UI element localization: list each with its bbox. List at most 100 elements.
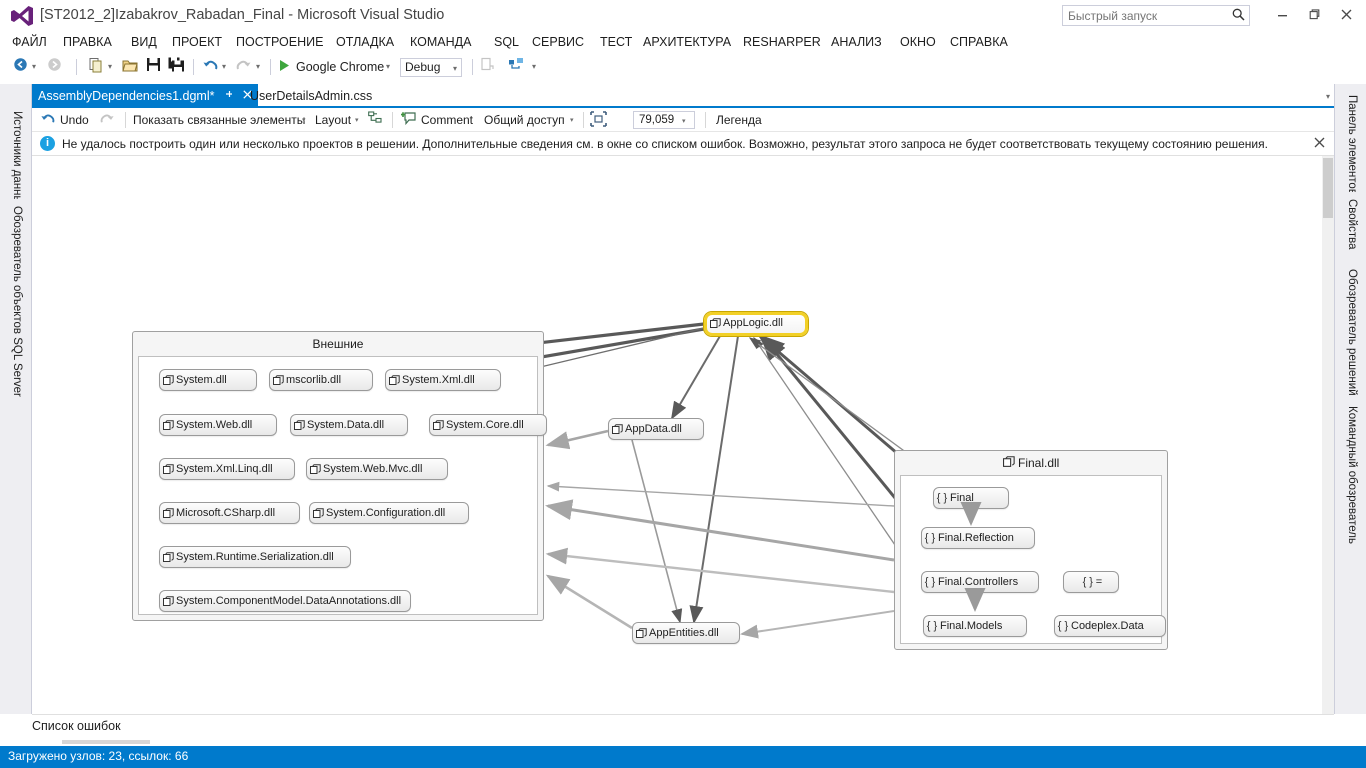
sidebar-item-solution-explorer[interactable]: Обозреватель решений	[1339, 262, 1361, 403]
canvas-vertical-scrollbar[interactable]	[1322, 156, 1334, 714]
share-button[interactable]: Общий доступ	[484, 111, 565, 129]
sidebar-item-sql-server-object-explorer[interactable]: Обозреватель объектов SQL Server	[4, 199, 26, 404]
chevron-down-icon[interactable]: ▾	[453, 65, 457, 73]
source-control-icon[interactable]	[506, 57, 526, 77]
menu-build[interactable]: ПОСТРОЕНИЕ	[234, 32, 325, 52]
open-file-icon[interactable]	[120, 57, 140, 77]
node-applogic-dll[interactable]: AppLogic.dll	[704, 312, 808, 336]
document-tab-strip: AssemblyDependencies1.dgml* UserDetailsA…	[32, 84, 1334, 108]
info-bar-close-icon[interactable]	[1312, 136, 1326, 152]
legend-button[interactable]: Легенда	[716, 111, 762, 129]
node-system-runtime-serialization-dll[interactable]: System.Runtime.Serialization.dll	[159, 546, 351, 568]
fit-to-window-icon[interactable]	[590, 111, 610, 129]
assembly-icon	[633, 623, 649, 646]
node-final-controllers[interactable]: { } Final.Controllers	[921, 571, 1039, 593]
node-final[interactable]: { } Final	[933, 487, 1009, 509]
node-system-core-dll[interactable]: System.Core.dll	[429, 414, 547, 436]
close-button[interactable]	[1332, 5, 1360, 27]
undo-icon[interactable]	[40, 111, 58, 129]
save-icon[interactable]	[143, 57, 163, 77]
zoom-caret-icon[interactable]: ▾	[682, 118, 686, 125]
tab-userdetailsadmin[interactable]: UserDetailsAdmin.css	[244, 84, 378, 108]
node-microsoft-csharp-dll[interactable]: Microsoft.CSharp.dll	[159, 502, 300, 524]
assembly-icon	[307, 459, 323, 482]
comment-icon[interactable]	[401, 111, 419, 129]
visual-studio-logo-icon	[10, 5, 34, 27]
node-system-dll[interactable]: System.dll	[159, 369, 257, 391]
undo-caret-icon[interactable]: ▾	[222, 63, 226, 71]
show-related-elements-button[interactable]: Показать связанные элементы	[133, 111, 305, 129]
menu-tools[interactable]: СЕРВИС	[530, 32, 586, 52]
start-debug-target-label[interactable]: Google Chrome	[296, 58, 384, 76]
node-system-configuration-dll[interactable]: System.Configuration.dll	[309, 502, 469, 524]
node-system-web-mvc-dll[interactable]: System.Web.Mvc.dll	[306, 458, 448, 480]
save-all-icon[interactable]	[165, 57, 187, 77]
node-system-data-dll[interactable]: System.Data.dll	[290, 414, 408, 436]
pin-icon[interactable]	[224, 84, 234, 108]
show-related-caret-icon[interactable]: ▾	[302, 117, 306, 124]
node-mscorlib-dll[interactable]: mscorlib.dll	[269, 369, 373, 391]
maximize-button[interactable]	[1300, 5, 1328, 27]
visual-studio-window: [ST2012_2]Izabakrov_Rabadan_Final - Micr…	[0, 0, 1366, 768]
sidebar-item-team-explorer[interactable]: Командный обозреватель	[1339, 399, 1361, 551]
menu-debug[interactable]: ОТЛАДКА	[334, 32, 396, 52]
menu-resharper[interactable]: RESHARPER	[741, 32, 823, 52]
menu-analyze[interactable]: АНАЛИЗ	[829, 32, 884, 52]
sidebar-item-toolbox[interactable]: Панель элементов	[1339, 88, 1361, 202]
tab-error-list[interactable]: Список ошибок	[32, 719, 121, 733]
minimize-button[interactable]	[1268, 5, 1296, 27]
node-system-componentmodel-dataannotations-dll[interactable]: System.ComponentModel.DataAnnotations.dl…	[159, 590, 411, 612]
tab-overflow-icon[interactable]: ▾	[1326, 92, 1330, 101]
node-unnamed-namespace[interactable]: { } =	[1063, 571, 1119, 593]
zoom-combo[interactable]: 79,059 ▾	[633, 111, 695, 129]
layout-caret-icon[interactable]: ▾	[355, 117, 359, 124]
menu-sql[interactable]: SQL	[492, 32, 521, 52]
group-final-dll[interactable]: Final.dll { } Final { } Final.Reflection {…	[894, 450, 1168, 650]
search-icon[interactable]	[1231, 8, 1245, 23]
play-icon[interactable]	[279, 59, 290, 76]
navigate-back-icon[interactable]	[10, 57, 30, 77]
dgml-canvas[interactable]: Внешние System.dll mscorlib.dll System.X…	[32, 156, 1334, 714]
undo-button-label[interactable]: Undo	[60, 111, 89, 129]
tab-assemblydependencies[interactable]: AssemblyDependencies1.dgml*	[32, 84, 259, 108]
node-system-xml-dll[interactable]: System.Xml.dll	[385, 369, 501, 391]
menu-architecture[interactable]: АРХИТЕКТУРА	[641, 32, 733, 52]
redo-caret-icon: ▾	[256, 62, 261, 71]
menu-test[interactable]: ТЕСТ	[598, 32, 634, 52]
menu-team[interactable]: КОМАНДА	[408, 32, 473, 52]
node-appdata-dll[interactable]: AppData.dll	[608, 418, 704, 440]
new-project-caret-icon[interactable]: ▾	[108, 63, 112, 71]
assembly-icon	[160, 415, 176, 438]
menu-view[interactable]: ВИД	[129, 32, 159, 52]
comment-button[interactable]: Comment	[421, 111, 473, 129]
scrollbar-thumb[interactable]	[1323, 158, 1333, 218]
assembly-icon	[707, 315, 723, 334]
menu-project[interactable]: ПРОЕКТ	[170, 32, 224, 52]
node-final-reflection[interactable]: { } Final.Reflection	[921, 527, 1035, 549]
group-external[interactable]: Внешние System.dll mscorlib.dll System.X…	[132, 331, 547, 621]
sidebar-item-properties[interactable]: Свойства	[1339, 192, 1361, 257]
share-caret-icon[interactable]: ▾	[570, 117, 574, 124]
layout-options-icon[interactable]	[368, 111, 386, 129]
menu-window[interactable]: ОКНО	[898, 32, 938, 52]
quick-launch-input[interactable]	[1068, 7, 1218, 24]
node-system-web-dll[interactable]: System.Web.dll	[159, 414, 277, 436]
configuration-combo[interactable]: Debug ▾	[400, 58, 462, 77]
attach-to-process-icon	[478, 57, 496, 77]
node-appentities-dll[interactable]: AppEntities.dll	[632, 622, 740, 644]
menu-edit[interactable]: ПРАВКА	[61, 32, 114, 52]
toolbar-overflow-icon[interactable]: ▾	[532, 63, 536, 71]
undo-icon[interactable]	[200, 57, 220, 77]
quick-launch-box[interactable]	[1062, 5, 1250, 26]
navigate-back-caret-icon[interactable]: ▾	[32, 63, 36, 71]
menu-file[interactable]: ФАЙЛ	[10, 32, 49, 52]
layout-button[interactable]: Layout	[315, 111, 351, 129]
node-label: Final.Controllers	[938, 576, 1019, 588]
start-debug-caret-icon[interactable]: ▾	[386, 63, 390, 71]
node-label: System.Configuration.dll	[326, 507, 446, 519]
menu-help[interactable]: СПРАВКА	[948, 32, 1010, 52]
new-project-icon[interactable]	[86, 57, 106, 77]
node-codeplex-data[interactable]: { } Codeplex.Data	[1054, 615, 1166, 637]
node-system-xml-linq-dll[interactable]: System.Xml.Linq.dll	[159, 458, 295, 480]
node-final-models[interactable]: { } Final.Models	[923, 615, 1027, 637]
